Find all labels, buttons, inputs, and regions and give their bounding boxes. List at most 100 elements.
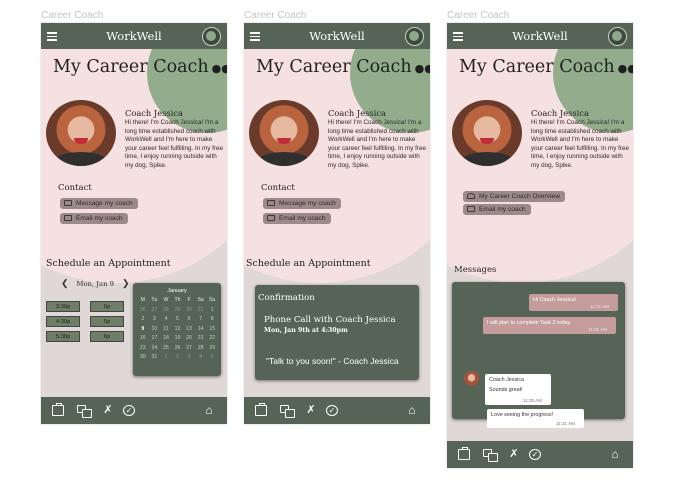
calendar-day[interactable]: 15	[206, 326, 218, 334]
calendar-day[interactable]: 17	[149, 335, 161, 343]
calendar-day[interactable]: 30	[183, 307, 195, 315]
message-bubble-sent: Hi Coach Jessica! 11:31 AM	[529, 294, 618, 311]
calendar-day[interactable]: 8	[206, 316, 218, 324]
calendar-day[interactable]: 29	[172, 307, 184, 315]
calendar-day[interactable]: 18	[160, 335, 172, 343]
owl-icon: ●●	[414, 62, 430, 75]
tools-icon[interactable]: ✗	[305, 405, 317, 416]
calendar-day[interactable]: 31	[195, 307, 207, 315]
calendar-day[interactable]: 7	[195, 316, 207, 324]
app-title: WorkWell	[309, 29, 365, 43]
calendar-day[interactable]: 1	[160, 354, 172, 362]
calendar-day[interactable]: 14	[195, 326, 207, 334]
briefcase-icon[interactable]	[458, 447, 470, 460]
chevron-left-icon[interactable]: ❮	[53, 279, 77, 289]
calendar-day[interactable]: 30	[137, 354, 149, 362]
bottom-nav: ✗ ✓ ⌂	[41, 397, 227, 424]
calendar-day[interactable]: 9	[137, 326, 149, 334]
calendar-day[interactable]: 31	[149, 354, 161, 362]
confirmation-title: Confirmation	[258, 293, 315, 303]
calendar-day[interactable]: 13	[183, 326, 195, 334]
calendar-day[interactable]: 27	[149, 307, 161, 315]
calendar-day[interactable]: 16	[137, 335, 149, 343]
email-coach-button[interactable]: Email my coach	[263, 213, 331, 224]
email-coach-button[interactable]: Email my coach	[463, 204, 531, 215]
calendar-day[interactable]: 23	[137, 345, 149, 353]
email-coach-label: Email my coach	[279, 215, 326, 222]
owl-icon	[467, 193, 475, 199]
home-icon[interactable]: ⌂	[609, 448, 621, 460]
briefcase-icon[interactable]	[52, 403, 64, 416]
time-slot[interactable]: 4:30p	[46, 316, 80, 327]
calendar-day[interactable]: 12	[172, 326, 184, 334]
confirmation-call: Phone Call with Coach Jessica	[264, 315, 396, 325]
calendar-widget[interactable]: January M Tu W Th F Sa Su 26 27 28 29 30 31 1 2 3 4 5 6 7 8 9…	[133, 283, 221, 376]
calendar-day[interactable]: 20	[183, 335, 195, 343]
email-coach-button[interactable]: Email my coach	[60, 213, 128, 224]
top-bar: WorkWell	[244, 23, 430, 49]
calendar-day[interactable]: 6	[183, 316, 195, 324]
calendar-day[interactable]: 21	[195, 335, 207, 343]
time-slot[interactable]: 6p	[90, 331, 124, 342]
confirmation-date: Mon, Jan 9th at 4:30pm	[264, 327, 348, 334]
calendar-day[interactable]: 10	[149, 326, 161, 334]
calendar-day[interactable]: 4	[160, 316, 172, 324]
message-coach-button[interactable]: Message my coach	[263, 198, 341, 209]
calendar-weekday: F	[187, 297, 191, 303]
message-text: Sounds great!	[489, 387, 523, 393]
calendar-day[interactable]: 11	[160, 326, 172, 334]
check-circle-icon[interactable]: ✓	[123, 405, 135, 416]
calendar-day[interactable]: 29	[206, 345, 218, 353]
calendar-day[interactable]: 3	[183, 354, 195, 362]
calendar-day[interactable]: 24	[149, 345, 161, 353]
selected-date: Mon, Jan 9	[76, 280, 114, 288]
check-circle-icon[interactable]: ✓	[529, 449, 541, 460]
calendar-day[interactable]: 5	[206, 354, 218, 362]
message-coach-label: Message my coach	[76, 200, 133, 207]
chat-icon[interactable]	[483, 449, 498, 462]
calendar-day[interactable]: 22	[206, 335, 218, 343]
calendar-weekday: Th	[174, 297, 181, 303]
calendar-day[interactable]: 19	[172, 335, 184, 343]
calendar-day[interactable]: 4	[195, 354, 207, 362]
calendar-day[interactable]: 26	[137, 307, 149, 315]
briefcase-icon[interactable]	[255, 403, 267, 416]
calendar-day[interactable]: 28	[195, 345, 207, 353]
calendar-day[interactable]: 25	[160, 345, 172, 353]
home-icon[interactable]: ⌂	[203, 404, 215, 416]
calendar-day[interactable]: 28	[160, 307, 172, 315]
chat-icon	[64, 200, 72, 206]
coach-avatar	[464, 371, 479, 386]
message-bubble-received: Coach Jessica Sounds great! 11:35 AM	[485, 374, 551, 405]
calendar-day[interactable]: 2	[137, 316, 149, 324]
time-slot[interactable]: 5p	[90, 316, 124, 327]
career-coach-overview-button[interactable]: My Career Coach Overview	[463, 191, 565, 202]
user-avatar[interactable]	[405, 27, 424, 46]
tools-icon[interactable]: ✗	[102, 405, 114, 416]
messages-title: Messages	[454, 265, 497, 275]
schedule-title: Schedule an Appointment	[246, 258, 371, 269]
time-slot[interactable]: 5:30p	[46, 331, 80, 342]
message-coach-button[interactable]: Message my coach	[60, 198, 138, 209]
home-icon[interactable]: ⌂	[406, 404, 418, 416]
career-coach-overview-label: My Career Coach Overview	[479, 193, 560, 200]
tools-icon[interactable]: ✗	[508, 449, 520, 460]
chat-icon[interactable]	[280, 405, 295, 418]
calendar-day[interactable]: 1	[206, 307, 218, 315]
time-slot[interactable]: 6p	[90, 301, 124, 312]
contact-title: Contact	[58, 183, 92, 193]
calendar-day[interactable]: 27	[183, 345, 195, 353]
chat-icon[interactable]	[77, 405, 92, 418]
message-bubble-received: Love seeing the progress! 11:31 AM	[487, 409, 584, 428]
user-avatar[interactable]	[202, 27, 221, 46]
calendar-day[interactable]: 26	[172, 345, 184, 353]
calendar-day[interactable]: 5	[172, 316, 184, 324]
calendar-day[interactable]: 3	[149, 316, 161, 324]
mail-icon	[267, 215, 275, 221]
top-bar: WorkWell	[41, 23, 227, 49]
career-coach-screen-confirmation: WorkWell My Career Coach ●● Coach Jessica…	[244, 23, 430, 424]
user-avatar[interactable]	[608, 27, 627, 46]
check-circle-icon[interactable]: ✓	[326, 405, 338, 416]
time-slot[interactable]: 3:30p	[46, 301, 80, 312]
calendar-day[interactable]: 2	[172, 354, 184, 362]
